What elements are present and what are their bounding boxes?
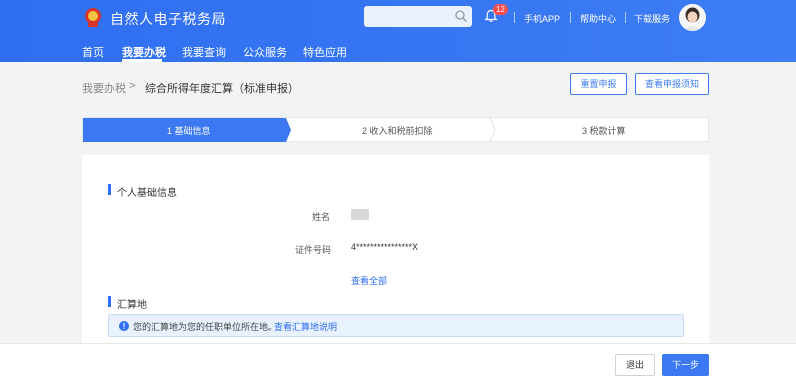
top-header: 自然人电子税务局 12 手机APP 帮助中心 下载服务 首页 我要办税 我要查询… — [0, 0, 796, 62]
name-value-masked — [351, 209, 369, 220]
step-progress: 1 基础信息 2 收入和税前扣除 3 税款计算 — [82, 117, 709, 143]
notice-text: 您的汇算地为您的任职单位所在地。 — [133, 322, 278, 332]
help-center-link[interactable]: 帮助中心 — [580, 12, 616, 25]
breadcrumb-separator: > — [129, 80, 136, 92]
notification-badge: 12 — [493, 4, 508, 15]
user-avatar[interactable] — [679, 4, 706, 31]
view-declaration-notice-button[interactable]: 查看申报须知 — [635, 73, 709, 95]
id-number-value: 4****************X — [351, 242, 419, 252]
nav-query[interactable]: 我要查询 — [182, 44, 226, 60]
header-divider — [570, 12, 571, 23]
nav-featured-apps[interactable]: 特色应用 — [303, 44, 347, 60]
header-divider — [625, 12, 626, 23]
nav-active-indicator — [122, 59, 162, 62]
mobile-app-link[interactable]: 手机APP — [524, 12, 560, 25]
view-all-link[interactable]: 查看全部 — [351, 274, 387, 287]
breadcrumb-current: 综合所得年度汇算（标准申报） — [145, 83, 299, 95]
search-box[interactable] — [364, 6, 472, 27]
nav-do-tax[interactable]: 我要办税 — [122, 44, 166, 60]
step-income-deduction[interactable]: 2 收入和税前扣除 — [362, 124, 433, 137]
section-marker — [108, 296, 111, 307]
reset-declaration-button[interactable]: 重置申报 — [570, 73, 627, 95]
id-number-label: 证件号码 — [295, 245, 332, 255]
search-icon[interactable] — [454, 9, 468, 23]
name-label: 姓名 — [312, 212, 331, 222]
next-step-button[interactable]: 下一步 — [662, 354, 709, 376]
site-title[interactable]: 自然人电子税务局 — [110, 9, 226, 29]
settlement-explanation-link[interactable]: 查看汇算地说明 — [274, 320, 337, 333]
avatar-portrait-icon — [679, 4, 706, 31]
section-marker — [108, 184, 111, 195]
download-service-link[interactable]: 下载服务 — [634, 12, 670, 25]
step-tax-calculation[interactable]: 3 税款计算 — [582, 124, 626, 137]
step-basic-info[interactable]: 1 基础信息 — [167, 124, 211, 137]
settlement-notice: 您的汇算地为您的任职单位所在地。 查看汇算地说明 — [108, 314, 684, 337]
exit-button[interactable]: 退出 — [615, 354, 655, 376]
personal-info-title: 个人基础信息 — [117, 188, 177, 199]
header-divider — [514, 12, 515, 23]
nav-home[interactable]: 首页 — [82, 44, 104, 60]
nav-public-service[interactable]: 公众服务 — [243, 44, 287, 60]
tax-emblem-icon — [85, 8, 101, 27]
breadcrumb-parent[interactable]: 我要办税 — [82, 80, 126, 96]
info-icon — [119, 321, 129, 331]
settlement-place-title: 汇算地 — [117, 300, 147, 311]
